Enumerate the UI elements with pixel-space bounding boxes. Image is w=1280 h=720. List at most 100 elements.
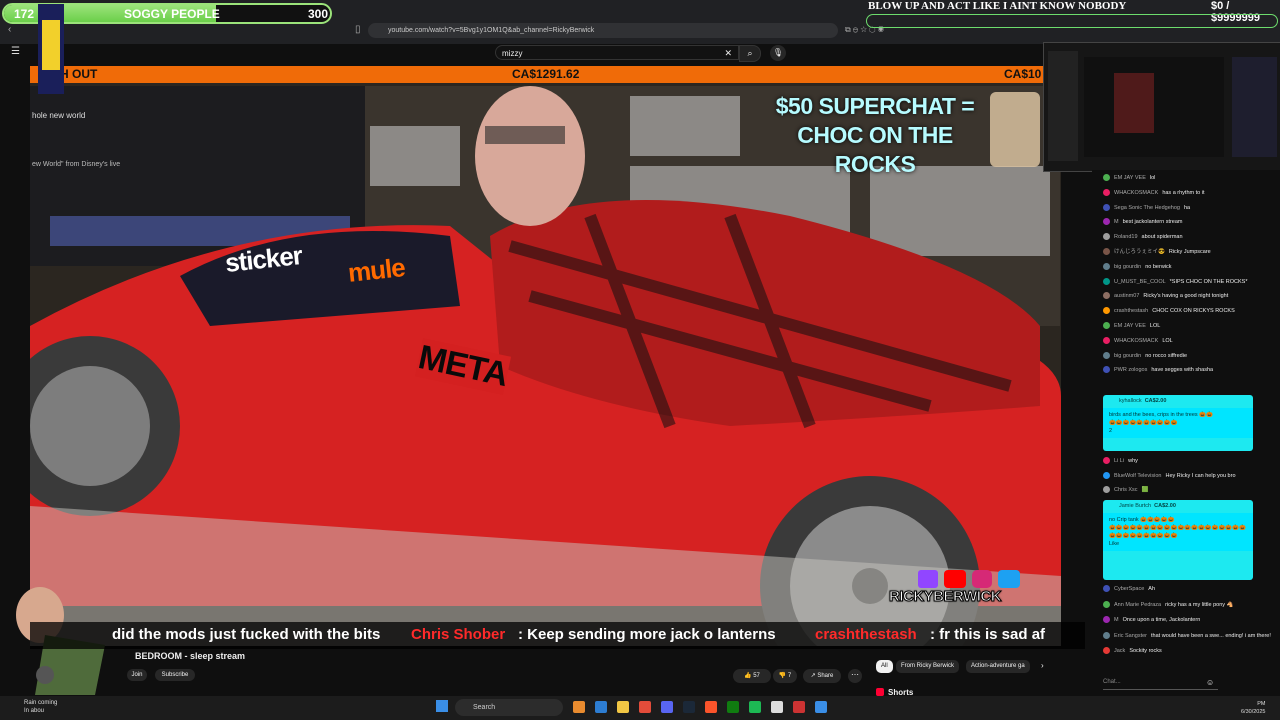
chat-author: Eric Sangster <box>1114 632 1148 639</box>
weather-line2: In abou <box>24 708 45 714</box>
dislike-count: 7 <box>787 673 792 679</box>
chat-text: Hey Ricky I can help you bro <box>1165 472 1236 479</box>
more-actions-button[interactable]: ⋯ <box>848 669 862 683</box>
ticker-segment: Chris Shober <box>411 626 506 643</box>
overlay-song-subtitle: ew World" from Disney's live <box>32 161 121 168</box>
chat-text: 🟩 <box>1141 487 1149 493</box>
chat-message[interactable]: crashthestash CHOC COX ON RICKYS ROCKS <box>1103 307 1235 315</box>
chat-message[interactable]: Ann Marie Pedraza ricky has a my little p… <box>1103 600 1233 609</box>
chat-author: crashthestash <box>1114 308 1149 315</box>
back-arrow-icon[interactable]: ‹ <box>8 24 11 36</box>
ticker-segment: : Keep sending more jack o lanterns <box>518 626 776 643</box>
superchat-promo-line2: CHOC ON THE ROCKS <box>797 122 953 177</box>
chat-message[interactable]: Jack Sockity rocks <box>1103 647 1162 655</box>
emoji-icon[interactable]: ☺ <box>1206 678 1214 687</box>
address-bar[interactable]: youtube.com/watch?v=5Bvg1y1OM1Q&ab_chann… <box>368 23 838 38</box>
search-query: mizzy <box>502 49 523 58</box>
chat-message[interactable]: けんじろうぇミイ😎 Ricky Jumpscare <box>1103 248 1211 256</box>
chat-message[interactable]: CyberSpace Ah <box>1103 585 1155 593</box>
chat-message[interactable]: Chris Xsc 🟩 <box>1103 486 1148 494</box>
chat-message[interactable]: EM JAY VEE lol <box>1103 174 1155 182</box>
chat-author: big gourdin <box>1114 352 1142 359</box>
windows-start-icon[interactable] <box>436 700 448 712</box>
system-clock[interactable]: PM 6/30/2025 <box>1241 700 1265 716</box>
chat-avatar <box>1103 647 1110 655</box>
chat-author: WHACKOSMACK <box>1114 337 1159 344</box>
search-button[interactable]: ⌕ <box>739 45 761 62</box>
chat-avatar <box>1103 262 1110 270</box>
chat-text: has a rhythm to it <box>1162 189 1205 196</box>
chat-message[interactable]: Eric Sangster that would have been a swe.… <box>1103 631 1271 640</box>
chat-message[interactable]: big gourdin no berwick <box>1103 262 1172 271</box>
chat-text: Ah <box>1148 586 1156 592</box>
chat-message[interactable]: big gourdin no rocco siffredie <box>1103 351 1187 360</box>
chat-message[interactable]: WHACKOSMACK has a rhythm to it <box>1103 188 1205 197</box>
chat-author: M <box>1114 617 1119 623</box>
counter-current: 172 <box>14 7 35 21</box>
superchat-header: kyhallock CA$2.00 <box>1103 395 1253 408</box>
chat-avatar <box>1103 366 1110 374</box>
chip-from-channel[interactable]: From Ricky Berwick <box>896 660 960 673</box>
chat-author: big gourdin <box>1114 263 1142 270</box>
taskbar-search[interactable]: Search <box>455 699 563 716</box>
chat-avatar <box>1103 188 1110 196</box>
menu-icon[interactable]: ☰ <box>11 46 20 57</box>
chat-avatar <box>1103 233 1110 241</box>
subscribe-button[interactable]: Subscribe <box>155 669 195 681</box>
taskbar-app-icons[interactable] <box>573 700 843 714</box>
taskbar-search-label: Search <box>473 704 496 711</box>
chat-text: *SIPS CHOC ON THE ROCKS* <box>1169 278 1248 285</box>
chat-message[interactable]: Roland19 about spiderman <box>1103 233 1183 241</box>
mic-button[interactable]: 🎙 <box>770 45 786 61</box>
superchat-text: no Crip tank 🎃🎃🎃🎃🎃 <box>1109 517 1175 523</box>
chat-message[interactable]: WHACKOSMACK LOL <box>1103 336 1173 345</box>
dislike-button[interactable]: 👎 7 <box>773 669 797 683</box>
chat-message[interactable]: U_MUST_BE_COOL *SIPS CHOC ON THE ROCKS* <box>1103 277 1248 286</box>
like-button[interactable]: 👍 57 <box>733 669 771 683</box>
weather-widget[interactable]: Rain coming In abou <box>24 699 57 715</box>
chat-message[interactable]: EM JAY VEE LOL <box>1103 322 1160 330</box>
superchat-amount: CA$2.00 <box>1154 503 1176 509</box>
chat-message[interactable]: Li Li why <box>1103 457 1138 465</box>
chat-text: ha <box>1183 204 1191 211</box>
superchat-header: Jamie Burtch CA$2.00 <box>1103 500 1253 513</box>
chat-message[interactable]: austinm07 Ricky's having a good night ton… <box>1103 292 1228 300</box>
chat-author: Roland19 <box>1114 234 1138 241</box>
chat-avatar <box>1103 336 1110 344</box>
chat-message[interactable]: BlueWolf Television Hey Ricky I can help … <box>1103 471 1236 480</box>
chip-all[interactable]: All <box>876 660 893 673</box>
chat-message[interactable]: PWR zologos have segges with shasha <box>1103 366 1213 374</box>
chip-action-adventure[interactable]: Action-adventure ga <box>966 660 1030 673</box>
chat-avatar <box>1103 218 1110 226</box>
chat-input[interactable]: Chat... <box>1103 675 1218 690</box>
chat-author: Chris Xsc <box>1114 487 1138 493</box>
share-button[interactable]: ↗ Share <box>803 669 841 683</box>
hype-bar-amount: CA$1291.62 <box>512 67 580 81</box>
chat-avatar <box>1103 322 1110 330</box>
chat-message[interactable]: Mbest jackolantern stream <box>1103 218 1183 226</box>
chat-avatar <box>1103 616 1110 624</box>
search-icon: ⌕ <box>747 48 753 58</box>
chat-author: M <box>1114 219 1119 226</box>
chevron-right-icon[interactable]: › <box>1041 661 1044 670</box>
chat-author: Li Li <box>1114 458 1125 464</box>
bookmark-icon[interactable]: ▯ <box>355 24 361 36</box>
superchat-card-2[interactable]: Jamie Burtch CA$2.00 no Crip tank 🎃🎃🎃🎃🎃 🎃… <box>1103 500 1253 580</box>
chat-author: EM JAY VEE <box>1114 175 1146 181</box>
mic-icon: 🎙 <box>772 48 784 57</box>
thumbs-down-icon: 👎 <box>778 673 788 679</box>
channel-avatar[interactable] <box>36 666 54 684</box>
chat-text: CHOC COX ON RICKYS ROCKS <box>1152 308 1235 315</box>
clear-search-icon[interactable]: ✕ <box>724 46 732 61</box>
chat-author: CyberSpace <box>1114 586 1145 592</box>
chat-message[interactable]: Sega Sonic The Hedgehog ha <box>1103 203 1191 212</box>
chat-message[interactable]: M Once upon a time, Jackolantern <box>1103 616 1200 624</box>
superchat-card-1[interactable]: kyhallock CA$2.00 birds and the bees, cr… <box>1103 395 1253 451</box>
superchat-body: no Crip tank 🎃🎃🎃🎃🎃 🎃🎃🎃🎃🎃🎃🎃🎃🎃🎃🎃🎃🎃🎃🎃🎃🎃🎃🎃🎃🎃🎃… <box>1103 513 1253 551</box>
thumbs-up-icon: 👍 <box>744 673 754 679</box>
search-input[interactable]: mizzy ✕ <box>495 45 739 60</box>
join-button[interactable]: Join <box>127 669 147 681</box>
chat-avatar <box>1103 585 1110 593</box>
hype-bar-right-text: CA$10 <box>1004 67 1042 81</box>
chat-avatar <box>1103 292 1110 300</box>
